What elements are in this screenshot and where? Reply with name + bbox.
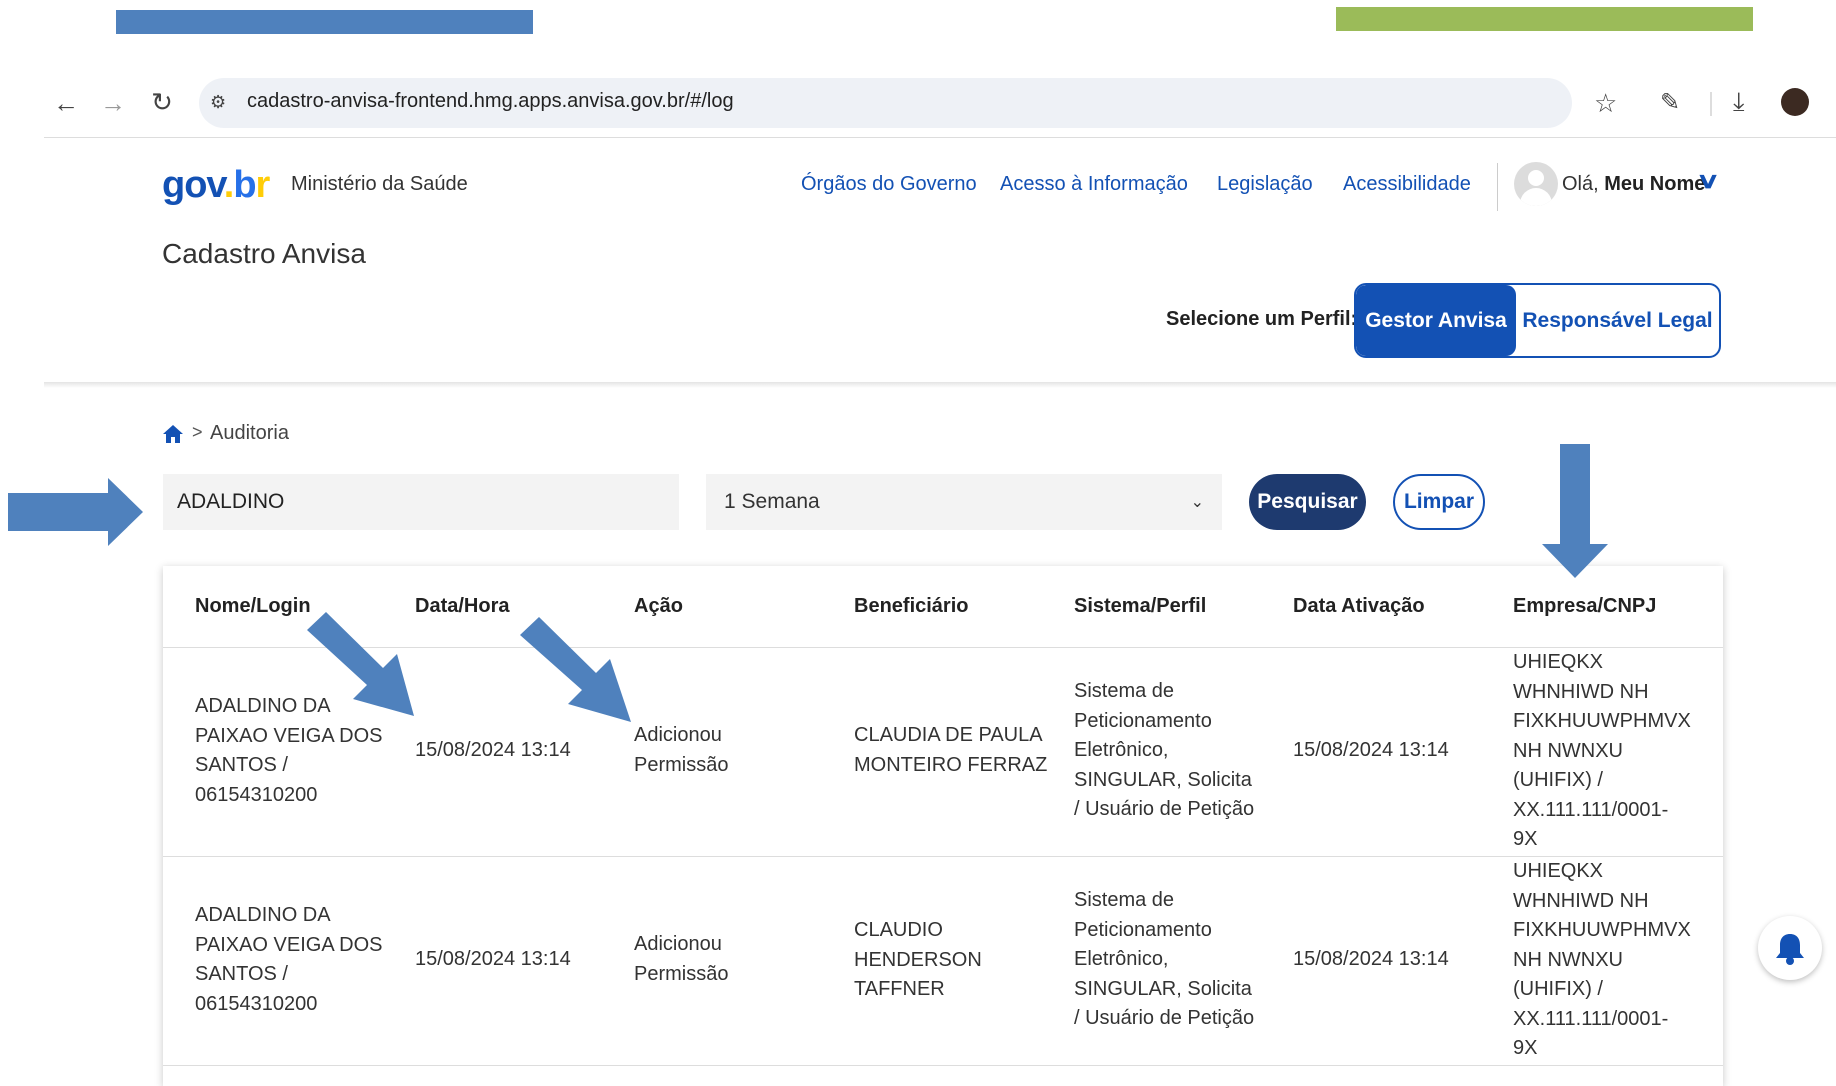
annotation-overlay: [8, 444, 1608, 722]
annotation-arrow: [520, 617, 631, 722]
annotation-arrow: [8, 478, 143, 546]
annotation-arrow: [1542, 444, 1608, 578]
annotation-arrow: [307, 612, 414, 716]
